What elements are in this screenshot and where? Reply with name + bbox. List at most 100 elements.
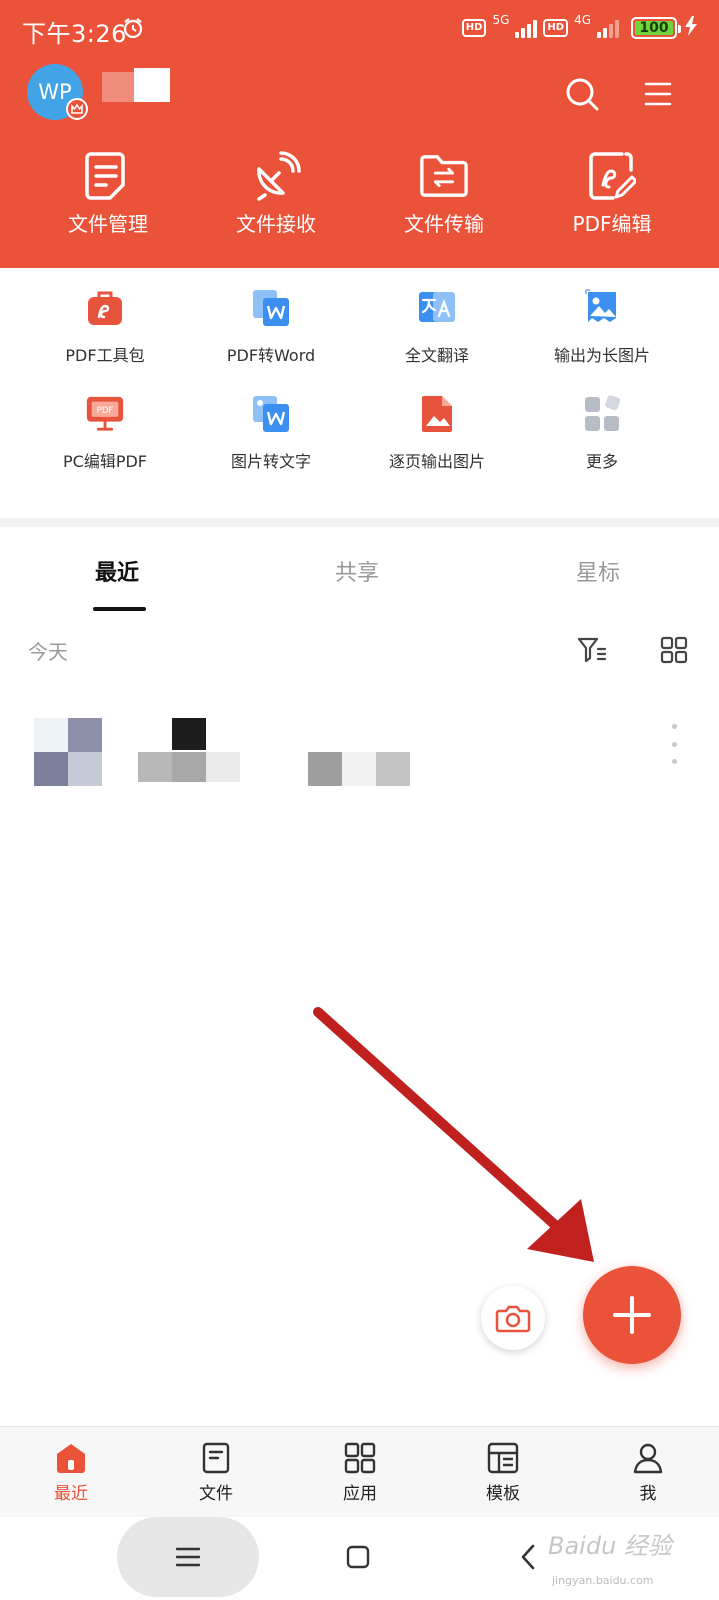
menu-icon [175, 1547, 201, 1567]
pdf-toolkit-icon [85, 288, 125, 328]
page-image-icon [417, 394, 457, 434]
tab-starred[interactable]: 星标 [576, 555, 620, 587]
bottom-navigation: 最近 文件 应用 模板 我 [0, 1426, 719, 1517]
battery-level: 100 [639, 20, 669, 36]
more-dot-icon [671, 759, 677, 764]
grid-icon [660, 636, 688, 664]
section-divider [0, 518, 719, 527]
nav-me-label: 我 [639, 1484, 657, 1504]
section-today-label: 今天 [28, 640, 68, 664]
tool-image-to-text[interactable]: 图片转文字 [186, 394, 356, 472]
tool-pdf-toolkit[interactable]: PDF工具包 [20, 288, 190, 366]
file-more-button[interactable] [662, 724, 686, 764]
menu-button[interactable] [636, 72, 680, 116]
tool-more-label: 更多 [585, 452, 618, 471]
system-home-button[interactable] [338, 1537, 378, 1577]
back-chevron-icon [521, 1544, 535, 1570]
apps-icon [343, 1441, 377, 1475]
tab-active-indicator [93, 607, 146, 611]
nav-files-label: 文件 [199, 1484, 233, 1504]
app-header: 下午3:26 HD 5G HD 4G 100 WP 文件管理 文件接收 文件传输… [0, 0, 719, 268]
tab-recent[interactable]: 最近 [95, 555, 139, 587]
camera-button[interactable] [481, 1286, 545, 1350]
pdf-edit-icon [587, 150, 637, 202]
nav-templates[interactable]: 模板 [458, 1441, 548, 1504]
filter-button[interactable] [574, 632, 610, 668]
tool-pdf-toolkit-label: PDF工具包 [65, 346, 145, 365]
pdf-edit-button[interactable]: PDF编辑 [528, 150, 696, 237]
network-5g-label: 5G [492, 13, 510, 27]
home-icon [54, 1441, 88, 1475]
more-apps-icon [582, 394, 622, 434]
tool-long-image-label: 输出为长图片 [553, 346, 650, 365]
file-receive-button[interactable]: 文件接收 [192, 150, 360, 237]
tool-page-image-label: 逐页输出图片 [388, 452, 485, 471]
search-button[interactable] [560, 72, 604, 116]
plus-icon [613, 1296, 651, 1334]
alarm-icon [122, 17, 144, 43]
nav-templates-label: 模板 [486, 1484, 520, 1504]
document-tabs: 最近 共享 星标 [0, 527, 719, 611]
status-indicators: HD 5G HD 4G 100 [461, 13, 697, 40]
baidu-watermark-url: jingyan.baidu.com [552, 1574, 654, 1587]
tool-pc-pdf[interactable]: PDF PC编辑PDF [20, 394, 190, 472]
pdf-edit-label: PDF编辑 [572, 212, 652, 236]
file-receive-label: 文件接收 [236, 212, 316, 236]
create-new-button[interactable] [583, 1266, 681, 1364]
system-back-button[interactable] [508, 1537, 548, 1577]
hd-badge: HD [461, 19, 487, 37]
tool-page-image[interactable]: 逐页输出图片 [352, 394, 522, 472]
tool-long-image[interactable]: 输出为长图片 [517, 288, 687, 366]
document-icon [83, 150, 133, 202]
nav-apps[interactable]: 应用 [315, 1441, 405, 1504]
image-to-text-icon [251, 394, 291, 434]
file-manage-label: 文件管理 [68, 212, 148, 236]
folder-transfer-icon [419, 150, 469, 202]
hamburger-icon [644, 82, 672, 106]
tools-grid: PDF工具包 PDF转Word 全文翻译 输出为长图片 PDF PC编辑PDF … [0, 268, 719, 518]
square-icon [346, 1545, 370, 1569]
search-icon [566, 78, 599, 111]
hd-badge-2: HD [543, 19, 569, 37]
vip-crown-icon [66, 98, 88, 120]
battery-icon: 100 [631, 17, 681, 39]
header-actions: 文件管理 文件接收 文件传输 PDF编辑 [0, 150, 719, 237]
user-icon [631, 1441, 665, 1475]
tool-pc-pdf-label: PC编辑PDF [63, 452, 147, 471]
svg-text:PDF: PDF [97, 406, 114, 416]
status-bar: 下午3:26 HD 5G HD 4G 100 [0, 0, 719, 58]
list-item[interactable] [0, 706, 719, 790]
file-transfer-label: 文件传输 [404, 212, 484, 236]
file-icon [199, 1441, 233, 1475]
charging-icon [685, 16, 697, 40]
tool-pdf-to-word-label: PDF转Word [226, 346, 316, 365]
nav-recent-label: 最近 [54, 1484, 88, 1504]
signal-4g-icon [597, 18, 619, 38]
file-thumbnail-blurred [34, 718, 102, 786]
camera-icon [495, 1305, 531, 1333]
satellite-dish-icon [251, 150, 301, 202]
nav-files[interactable]: 文件 [171, 1441, 261, 1504]
tool-translate[interactable]: 全文翻译 [352, 288, 522, 366]
file-meta-blurred [308, 752, 410, 786]
file-manage-button[interactable]: 文件管理 [24, 150, 192, 237]
file-name-blurred [116, 718, 244, 784]
tab-shared[interactable]: 共享 [335, 555, 379, 587]
nav-apps-label: 应用 [343, 1484, 377, 1504]
template-icon [486, 1441, 520, 1475]
network-4g-label: 4G [574, 13, 591, 27]
tool-translate-label: 全文翻译 [404, 346, 469, 365]
baidu-watermark: Baidu 经验 [548, 1532, 672, 1560]
file-transfer-button[interactable]: 文件传输 [360, 150, 528, 237]
nav-me[interactable]: 我 [603, 1441, 693, 1504]
username-blurred[interactable] [102, 68, 170, 102]
system-menu-button[interactable] [117, 1517, 259, 1597]
long-image-icon [582, 288, 622, 328]
tool-more[interactable]: 更多 [517, 394, 687, 472]
grid-view-button[interactable] [656, 632, 692, 668]
pdf-to-word-icon [251, 288, 291, 328]
tool-image-to-text-label: 图片转文字 [230, 452, 311, 471]
nav-recent[interactable]: 最近 [26, 1441, 116, 1504]
more-dot-icon [671, 724, 677, 729]
tool-pdf-to-word[interactable]: PDF转Word [186, 288, 356, 366]
